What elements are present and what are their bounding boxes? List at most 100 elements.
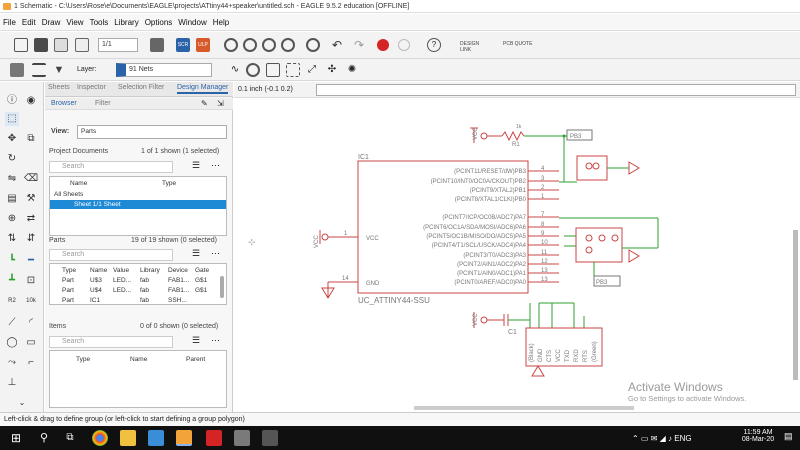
frame-icon[interactable] [266,63,280,77]
redo-icon[interactable]: ↷ [352,38,366,52]
more-icon[interactable]: ⋯ [211,160,220,171]
gnd-symbol[interactable] [628,249,640,263]
clock[interactable]: 11:59 AM 08-Mar-20 [736,429,780,443]
go-icon[interactable] [398,39,410,51]
start-icon[interactable]: ⊞ [8,430,24,446]
cell[interactable]: LED... [113,287,131,294]
horizontal-scrollbar[interactable] [414,406,634,410]
list-view-icon[interactable]: ☰ [192,248,200,259]
gnd-symbol[interactable] [531,365,545,377]
group-tool-icon[interactable]: ▤ [5,192,19,206]
help-icon[interactable]: ? [427,38,441,52]
eagle-taskbar-icon[interactable] [176,430,192,446]
tool-icon[interactable]: ✎ [201,99,208,108]
parts-scrollbar[interactable] [220,276,224,298]
app-icon[interactable] [262,430,278,446]
zoom-out-icon[interactable] [262,38,276,52]
bus-tool-icon[interactable]: ━ [24,254,38,268]
list-item[interactable]: All Sheets [54,191,83,198]
zoom-select-icon[interactable] [306,38,320,52]
undo-icon[interactable]: ↶ [330,38,344,52]
filter-icon[interactable]: ▼ [52,63,66,77]
zoom-redraw-icon[interactable] [281,38,295,52]
menu-view[interactable]: View [63,14,86,31]
selected-row[interactable]: Sheet 1/1 Sheet [50,200,226,209]
value-tool-icon[interactable]: 10k [24,294,38,308]
cell[interactable]: SSH... [168,297,187,303]
cell[interactable]: IC1 [90,297,100,303]
paint-icon[interactable] [148,430,164,446]
schematic-canvas[interactable]: VCC R1 1k PB3 IC1 UC_ATTINY44-SSU 1 VCC … [234,98,800,412]
cell[interactable]: FAB1... [168,277,189,284]
grid-icon[interactable] [32,63,46,77]
rect-tool-icon[interactable]: ▭ [24,336,38,350]
menu-draw[interactable]: Draw [39,14,64,31]
zoom-in-icon[interactable] [243,38,257,52]
ulp-button[interactable]: ULP [196,38,210,52]
gnd-symbol[interactable] [628,161,640,175]
cell[interactable]: G$1 [195,277,207,284]
menu-library[interactable]: Library [111,14,141,31]
gate-swap-icon[interactable]: ⇅ [5,232,19,246]
task-view-icon[interactable]: ⧉ [62,430,78,446]
cam-icon[interactable] [150,38,164,52]
eye-icon[interactable]: ◉ [24,94,38,108]
menu-help[interactable]: Help [210,14,232,31]
list-view-icon[interactable]: ☰ [192,160,200,171]
net-tool-icon[interactable]: ┗ [5,254,19,268]
vcc-symbol-top[interactable]: VCC [470,127,479,143]
miter-tool-icon[interactable]: ⌐ [24,356,38,370]
menu-edit[interactable]: Edit [19,14,39,31]
project-docs-search[interactable]: Search [49,161,173,173]
photos-icon[interactable] [234,430,250,446]
items-search[interactable]: Search [49,336,173,348]
pcb-quote-button[interactable]: PCB QUOTE [503,41,533,47]
layer-select[interactable]: 91 Nets [116,63,212,77]
more-icon[interactable]: ⋯ [211,335,220,346]
rotate-tool-icon[interactable]: ↻ [5,152,19,166]
line-tool-icon[interactable]: ⟋ [5,316,19,330]
tab-selection-filter[interactable]: Selection Filter [118,84,164,91]
list-item[interactable]: Sheet 1/1 Sheet [74,201,121,208]
cell[interactable]: U$4 [90,287,102,294]
view-select[interactable]: Parts [77,125,227,139]
vcc-symbol-ic[interactable]: VCC [314,230,329,248]
switch-component[interactable] [576,155,608,181]
design-link-button[interactable]: DESIGN LINK [460,41,490,53]
file-explorer-icon[interactable] [120,430,136,446]
zoom-fit-icon[interactable] [224,38,238,52]
tab-sheets[interactable]: Sheets [48,84,70,91]
menu-file[interactable]: File [0,14,19,31]
tray-icons[interactable]: ⌃ ▭ ✉ ◢ ♪ ENG [632,434,692,443]
subtab-filter[interactable]: Filter [95,100,111,107]
list-view-icon[interactable]: ☰ [192,335,200,346]
cell[interactable]: U$3 [90,277,102,284]
resistor-r1[interactable] [501,130,525,142]
cell[interactable]: G$1 [195,287,207,294]
info-icon[interactable]: ⓘ [5,94,19,108]
split-tool-icon[interactable]: ⤳ [5,356,19,370]
speaker-component[interactable] [575,227,623,263]
menu-tools[interactable]: Tools [87,14,112,31]
label-tool-icon[interactable]: ⊡ [24,274,38,288]
zoom-sheet-icon[interactable] [246,63,260,77]
more-tools-icon[interactable]: ⌄ [15,396,29,410]
acrobat-icon[interactable] [206,430,222,446]
tab-inspector[interactable]: Inspector [77,84,106,91]
sheet-select[interactable]: 1/1 [98,38,138,52]
cell[interactable]: Part [62,277,74,284]
scr-button[interactable]: SCR [176,38,190,52]
search-icon[interactable]: ⚲ [36,430,52,446]
copy-tool-icon[interactable]: ⧉ [24,132,38,146]
attribute-tool-icon[interactable]: R2 [5,294,19,308]
delete-tool-icon[interactable]: ⌫ [24,172,38,186]
select-area-icon[interactable] [286,63,300,77]
pin-icon[interactable]: ⇲ [217,99,224,108]
cell[interactable]: LED... [113,277,131,284]
tab-design-manager[interactable]: Design Manager [177,84,229,94]
replace-tool-icon[interactable]: ⇄ [24,212,38,226]
arc-tool-icon[interactable]: ◜ [24,316,38,330]
sheet-icon[interactable] [75,38,89,52]
vertical-scrollbar[interactable] [793,230,798,380]
cell[interactable]: Part [62,297,74,303]
